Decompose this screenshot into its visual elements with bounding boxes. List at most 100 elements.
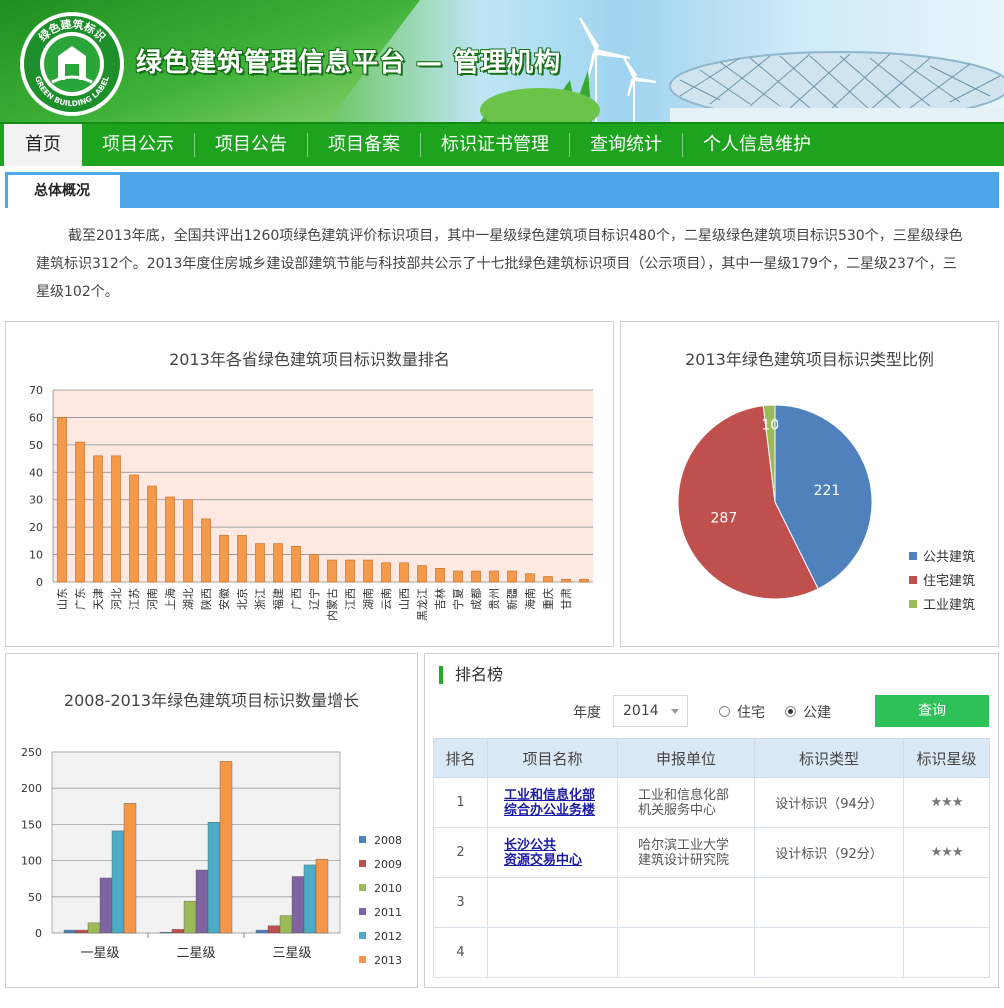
bar bbox=[87, 922, 101, 934]
radio-public-building[interactable] bbox=[785, 706, 796, 717]
cell-star-rating: ★★★ bbox=[903, 777, 990, 828]
x-tick-label: 江西 bbox=[344, 588, 357, 610]
x-tick-label: 浙江 bbox=[254, 588, 267, 610]
applicant-line2: 机关服务中心 bbox=[638, 802, 717, 818]
cell-rank: 1 bbox=[433, 777, 488, 828]
y-tick-label: 0 bbox=[35, 927, 42, 940]
cell-label-type: 设计标识（94分） bbox=[754, 777, 904, 828]
province-ranking-chart-panel: 2013年各省绿色建筑项目标识数量排名 0 10 20 30 40 50 60 70 山东 广东天… bbox=[5, 321, 614, 647]
table-row: 2 长沙公共 资源交易中心 哈尔滨工业大学 建筑设计研究院 设计标识（92分） ★★… bbox=[433, 827, 990, 878]
nav-item-query-statistics[interactable]: 查询统计 bbox=[570, 124, 682, 166]
x-tick-label: 成都 bbox=[470, 588, 483, 610]
x-tick-label: 宁夏 bbox=[451, 588, 465, 610]
nav-item-project-publicity[interactable]: 项目公示 bbox=[82, 124, 194, 166]
x-tick-label: 重庆 bbox=[541, 588, 555, 610]
nav-item-home[interactable]: 首页 bbox=[4, 124, 82, 166]
legend-swatch bbox=[909, 600, 917, 608]
project-name-line1: 工业和信息化部 bbox=[504, 787, 596, 803]
bar bbox=[363, 559, 373, 583]
bar bbox=[219, 761, 233, 934]
x-tick-label: 二星级 bbox=[176, 946, 215, 961]
bar bbox=[219, 535, 229, 583]
nav-item-project-announcement[interactable]: 项目公告 bbox=[195, 124, 307, 166]
x-tick-label: 上海 bbox=[163, 588, 177, 610]
bar bbox=[453, 570, 463, 583]
main-nav: 首页 项目公示 项目公告 项目备案 标识证书管理 查询统计 个人信息维护 bbox=[0, 122, 1004, 166]
bar bbox=[291, 546, 301, 583]
query-button[interactable]: 查询 bbox=[875, 695, 989, 727]
x-tick-label: 天津 bbox=[92, 588, 105, 610]
bar bbox=[291, 876, 305, 934]
cell-applicant: 工业和信息化部 机关服务中心 bbox=[617, 777, 755, 828]
x-tick-label: 广西 bbox=[290, 588, 303, 610]
nav-item-personal-info[interactable]: 个人信息维护 bbox=[683, 124, 831, 166]
radio-public-building-label[interactable]: 公建 bbox=[803, 702, 831, 722]
y-tick-label: 150 bbox=[21, 818, 42, 831]
legend-swatch bbox=[359, 860, 366, 867]
bar bbox=[417, 565, 427, 583]
x-tick-label: 辽宁 bbox=[307, 588, 321, 610]
cell-project-name: 长沙公共 资源交易中心 bbox=[487, 827, 618, 878]
cell-star-rating: ★★★ bbox=[903, 827, 990, 878]
year-select-value: 2014 bbox=[623, 703, 659, 719]
ranking-panel: 排名榜 年度 2014 住宅 公建 查询 排名 项目名称 申报单位 标识类型 标… bbox=[424, 653, 999, 988]
nav-item-certificate-management[interactable]: 标识证书管理 bbox=[421, 124, 569, 166]
y-tick-label: 40 bbox=[29, 466, 43, 479]
column-header-project-name: 项目名称 bbox=[487, 738, 618, 778]
tab-overview[interactable]: 总体概况 bbox=[8, 175, 120, 208]
cell-project-name: 工业和信息化部 综合办公业务楼 bbox=[487, 777, 618, 828]
legend-swatch bbox=[909, 576, 917, 584]
cell-applicant bbox=[617, 927, 755, 978]
bar bbox=[75, 441, 85, 583]
cell-label-type: 设计标识（92分） bbox=[754, 827, 904, 878]
y-tick-label: 250 bbox=[21, 746, 42, 759]
legend-label: 2009 bbox=[374, 858, 402, 871]
x-tick-label: 福建 bbox=[271, 588, 285, 610]
bar bbox=[111, 455, 121, 583]
x-tick-label: 陕西 bbox=[199, 588, 213, 610]
header-banner: 绿色建筑标识 GREEN BUILDING LABEL 绿色建筑管理信息平台 —… bbox=[0, 0, 1004, 122]
green-building-label-logo-icon: 绿色建筑标识 GREEN BUILDING LABEL bbox=[20, 12, 124, 116]
x-tick-label: 吉林 bbox=[433, 588, 447, 610]
bar bbox=[207, 822, 221, 934]
pie-data-label: 10 bbox=[761, 418, 779, 434]
bar bbox=[195, 869, 209, 934]
x-tick-label: 云南 bbox=[380, 588, 393, 610]
cell-rank: 4 bbox=[433, 927, 488, 978]
bar bbox=[399, 562, 409, 583]
pie-data-label: 221 bbox=[814, 483, 841, 499]
cell-rank: 3 bbox=[433, 877, 488, 928]
column-header-rank: 排名 bbox=[433, 738, 488, 778]
bar bbox=[267, 925, 281, 934]
cell-star-rating bbox=[903, 877, 990, 928]
nav-item-project-filing[interactable]: 项目备案 bbox=[308, 124, 420, 166]
table-row: 1 工业和信息化部 综合办公业务楼 工业和信息化部 机关服务中心 设计标识（94分）… bbox=[433, 777, 990, 828]
section-header-bar: 总体概况 bbox=[5, 172, 999, 208]
bar bbox=[255, 929, 269, 934]
project-link[interactable]: 长沙公共 资源交易中心 bbox=[504, 838, 617, 868]
project-link[interactable]: 工业和信息化部 综合办公业务楼 bbox=[504, 788, 617, 818]
bar bbox=[75, 929, 89, 934]
year-select[interactable]: 2014 bbox=[613, 695, 688, 727]
x-tick-label: 河南 bbox=[146, 588, 159, 610]
radio-residential-label[interactable]: 住宅 bbox=[737, 702, 765, 722]
legend-label: 工业建筑 bbox=[923, 597, 975, 613]
legend-swatch bbox=[359, 908, 366, 915]
radio-residential[interactable] bbox=[719, 706, 730, 717]
bar bbox=[99, 877, 113, 934]
x-tick-label: 山西 bbox=[398, 588, 411, 610]
x-tick-label: 山东 bbox=[56, 588, 69, 610]
x-tick-label: 三星级 bbox=[272, 946, 311, 961]
cell-project-name bbox=[487, 927, 618, 978]
x-tick-label: 湖南 bbox=[362, 588, 375, 610]
project-name-line2: 资源交易中心 bbox=[504, 852, 583, 868]
bar bbox=[183, 900, 197, 934]
x-tick-label: 内蒙古 bbox=[325, 588, 339, 621]
table-row: 3 bbox=[433, 877, 990, 928]
pie-data-label: 287 bbox=[711, 510, 738, 526]
legend-swatch bbox=[359, 836, 366, 843]
ranking-heading: 排名榜 bbox=[439, 666, 503, 684]
bar bbox=[471, 570, 481, 583]
legend-swatch bbox=[359, 932, 366, 939]
bar bbox=[171, 929, 185, 934]
